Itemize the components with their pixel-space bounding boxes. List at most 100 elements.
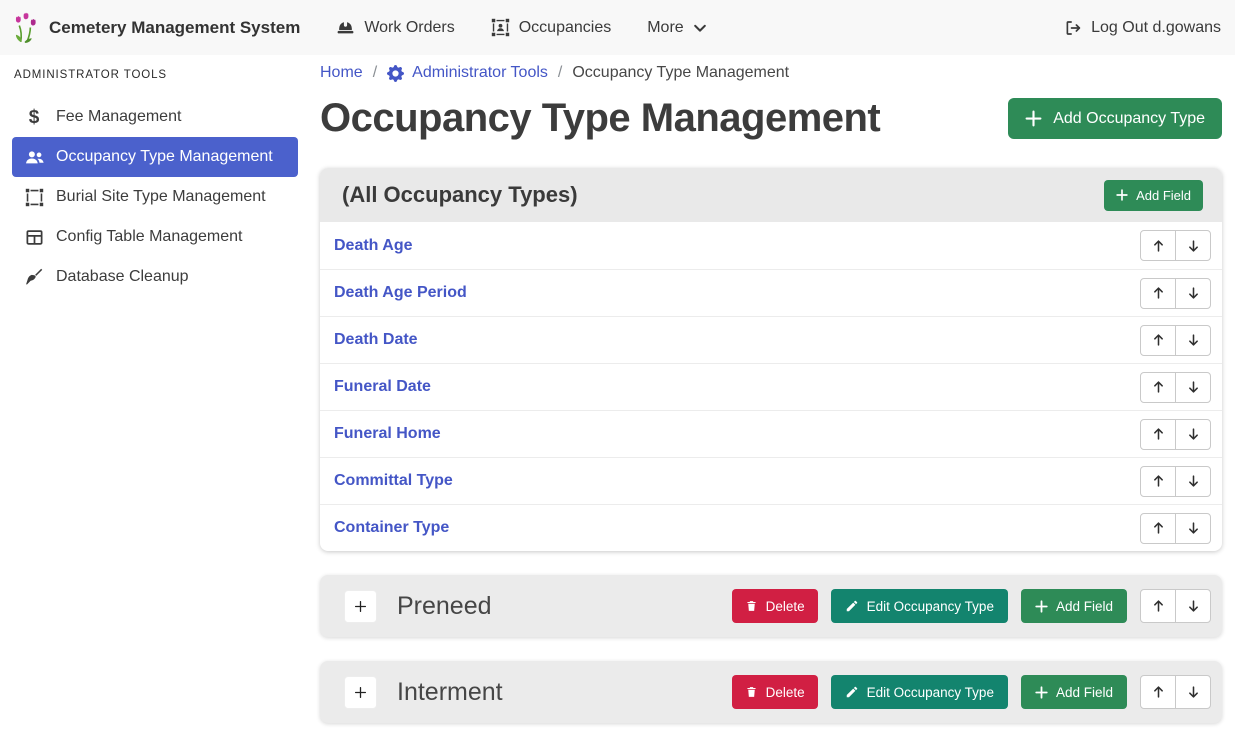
occupancy-frame-icon <box>491 18 510 37</box>
sidebar-item-label: Fee Management <box>56 108 181 126</box>
gear-icon <box>387 65 404 82</box>
delete-label: Delete <box>766 685 805 700</box>
sidebar-heading: ADMINISTRATOR TOOLS <box>14 69 298 81</box>
add-occupancy-type-button[interactable]: Add Occupancy Type <box>1008 98 1222 139</box>
breadcrumb-admin-label: Administrator Tools <box>412 64 548 82</box>
move-down-button[interactable] <box>1175 675 1211 709</box>
move-up-button[interactable] <box>1140 278 1176 309</box>
move-up-button[interactable] <box>1140 589 1176 623</box>
move-up-button[interactable] <box>1140 675 1176 709</box>
expand-button[interactable] <box>344 676 377 709</box>
field-link-death-age[interactable]: Death Age <box>334 237 413 255</box>
all-occupancy-types-header: (All Occupancy Types) Add Field <box>320 168 1222 222</box>
app-title: Cemetery Management System <box>49 18 300 38</box>
arrow-down-icon <box>1187 474 1200 488</box>
sidebar-item-config-table-management[interactable]: Config Table Management <box>12 217 298 257</box>
reorder-group <box>1140 278 1211 309</box>
edit-occupancy-type-button[interactable]: Edit Occupancy Type <box>831 589 1008 623</box>
reorder-group <box>1140 589 1211 623</box>
add-field-button[interactable]: Add Field <box>1021 675 1127 709</box>
breadcrumb-home-label: Home <box>320 64 363 82</box>
arrow-down-icon <box>1187 380 1200 394</box>
move-down-button[interactable] <box>1175 372 1211 403</box>
nav-more[interactable]: More <box>647 19 706 37</box>
edit-occupancy-type-label: Edit Occupancy Type <box>867 685 994 700</box>
sidebar-item-database-cleanup[interactable]: Database Cleanup <box>12 257 298 297</box>
field-link-funeral-date[interactable]: Funeral Date <box>334 378 431 396</box>
logout-link[interactable]: Log Out d.gowans <box>1064 19 1221 37</box>
delete-button[interactable]: Delete <box>732 589 818 623</box>
field-link-death-date[interactable]: Death Date <box>334 331 418 349</box>
occupancy-type-section-preneed: Preneed Delete Edit Occupancy Type Add F… <box>320 575 1222 637</box>
arrow-up-icon <box>1152 286 1165 300</box>
move-down-button[interactable] <box>1175 419 1211 450</box>
field-row: Container Type <box>320 504 1222 551</box>
move-down-button[interactable] <box>1175 466 1211 497</box>
add-field-label: Add Field <box>1136 188 1191 203</box>
move-up-button[interactable] <box>1140 372 1176 403</box>
nav-work-orders-label: Work Orders <box>364 19 454 37</box>
app-brand[interactable]: Cemetery Management System <box>14 12 300 43</box>
add-field-button-all-types[interactable]: Add Field <box>1104 180 1203 211</box>
arrow-up-icon <box>1152 474 1165 488</box>
move-down-button[interactable] <box>1175 230 1211 261</box>
reorder-group <box>1140 325 1211 356</box>
breadcrumb-home[interactable]: Home <box>320 64 363 82</box>
all-occupancy-types-card: (All Occupancy Types) Add Field Death Ag… <box>320 168 1222 551</box>
top-navbar: Cemetery Management System Work Orders O… <box>0 0 1235 55</box>
move-up-button[interactable] <box>1140 513 1176 544</box>
field-link-death-age-period[interactable]: Death Age Period <box>334 284 467 302</box>
nav-work-orders[interactable]: Work Orders <box>336 18 454 37</box>
add-field-label: Add Field <box>1056 685 1113 700</box>
table-icon <box>20 228 48 247</box>
reorder-group <box>1140 372 1211 403</box>
breadcrumb-administrator-tools[interactable]: Administrator Tools <box>387 64 548 82</box>
move-up-button[interactable] <box>1140 419 1176 450</box>
sidebar-item-occupancy-type-management[interactable]: Occupancy Type Management <box>12 137 298 177</box>
sidebar-item-burial-site-type-management[interactable]: Burial Site Type Management <box>12 177 298 217</box>
arrow-down-icon <box>1187 286 1200 300</box>
add-occupancy-type-label: Add Occupancy Type <box>1053 110 1205 128</box>
sidebar-item-label: Burial Site Type Management <box>56 188 266 206</box>
arrow-up-icon <box>1152 427 1165 441</box>
arrow-down-icon <box>1187 685 1200 699</box>
plus-icon <box>1116 189 1128 201</box>
arrow-down-icon <box>1187 333 1200 347</box>
arrow-up-icon <box>1152 521 1165 535</box>
arrow-up-icon <box>1152 599 1165 613</box>
delete-button[interactable]: Delete <box>732 675 818 709</box>
move-up-button[interactable] <box>1140 325 1176 356</box>
arrow-down-icon <box>1187 427 1200 441</box>
reorder-group <box>1140 230 1211 261</box>
field-link-funeral-home[interactable]: Funeral Home <box>334 425 441 443</box>
edit-occupancy-type-button[interactable]: Edit Occupancy Type <box>831 675 1008 709</box>
nav-occupancies-label: Occupancies <box>519 19 612 37</box>
arrow-up-icon <box>1152 380 1165 394</box>
sidebar-item-label: Config Table Management <box>56 228 243 246</box>
field-link-container-type[interactable]: Container Type <box>334 519 449 537</box>
sidebar-item-label: Occupancy Type Management <box>56 148 273 166</box>
plus-icon <box>1025 110 1042 127</box>
move-up-button[interactable] <box>1140 466 1176 497</box>
sidebar-item-fee-management[interactable]: $ Fee Management <box>12 97 298 137</box>
move-down-button[interactable] <box>1175 589 1211 623</box>
move-down-button[interactable] <box>1175 513 1211 544</box>
arrow-down-icon <box>1187 599 1200 613</box>
reorder-group <box>1140 466 1211 497</box>
move-down-button[interactable] <box>1175 278 1211 309</box>
add-field-button[interactable]: Add Field <box>1021 589 1127 623</box>
move-down-button[interactable] <box>1175 325 1211 356</box>
expand-button[interactable] <box>344 590 377 623</box>
breadcrumb-separator: / <box>373 64 377 82</box>
breadcrumb-current: Occupancy Type Management <box>572 64 789 82</box>
trash-icon <box>745 599 758 613</box>
sidebar: ADMINISTRATOR TOOLS $ Fee Management Occ… <box>0 55 310 738</box>
field-link-committal-type[interactable]: Committal Type <box>334 472 453 490</box>
move-up-button[interactable] <box>1140 230 1176 261</box>
main-content: Home / Administrator Tools / Occupancy T… <box>310 55 1235 738</box>
field-row: Committal Type <box>320 457 1222 504</box>
field-row: Funeral Home <box>320 410 1222 457</box>
nav-occupancies[interactable]: Occupancies <box>491 18 612 37</box>
arrow-down-icon <box>1187 521 1200 535</box>
reorder-group <box>1140 419 1211 450</box>
